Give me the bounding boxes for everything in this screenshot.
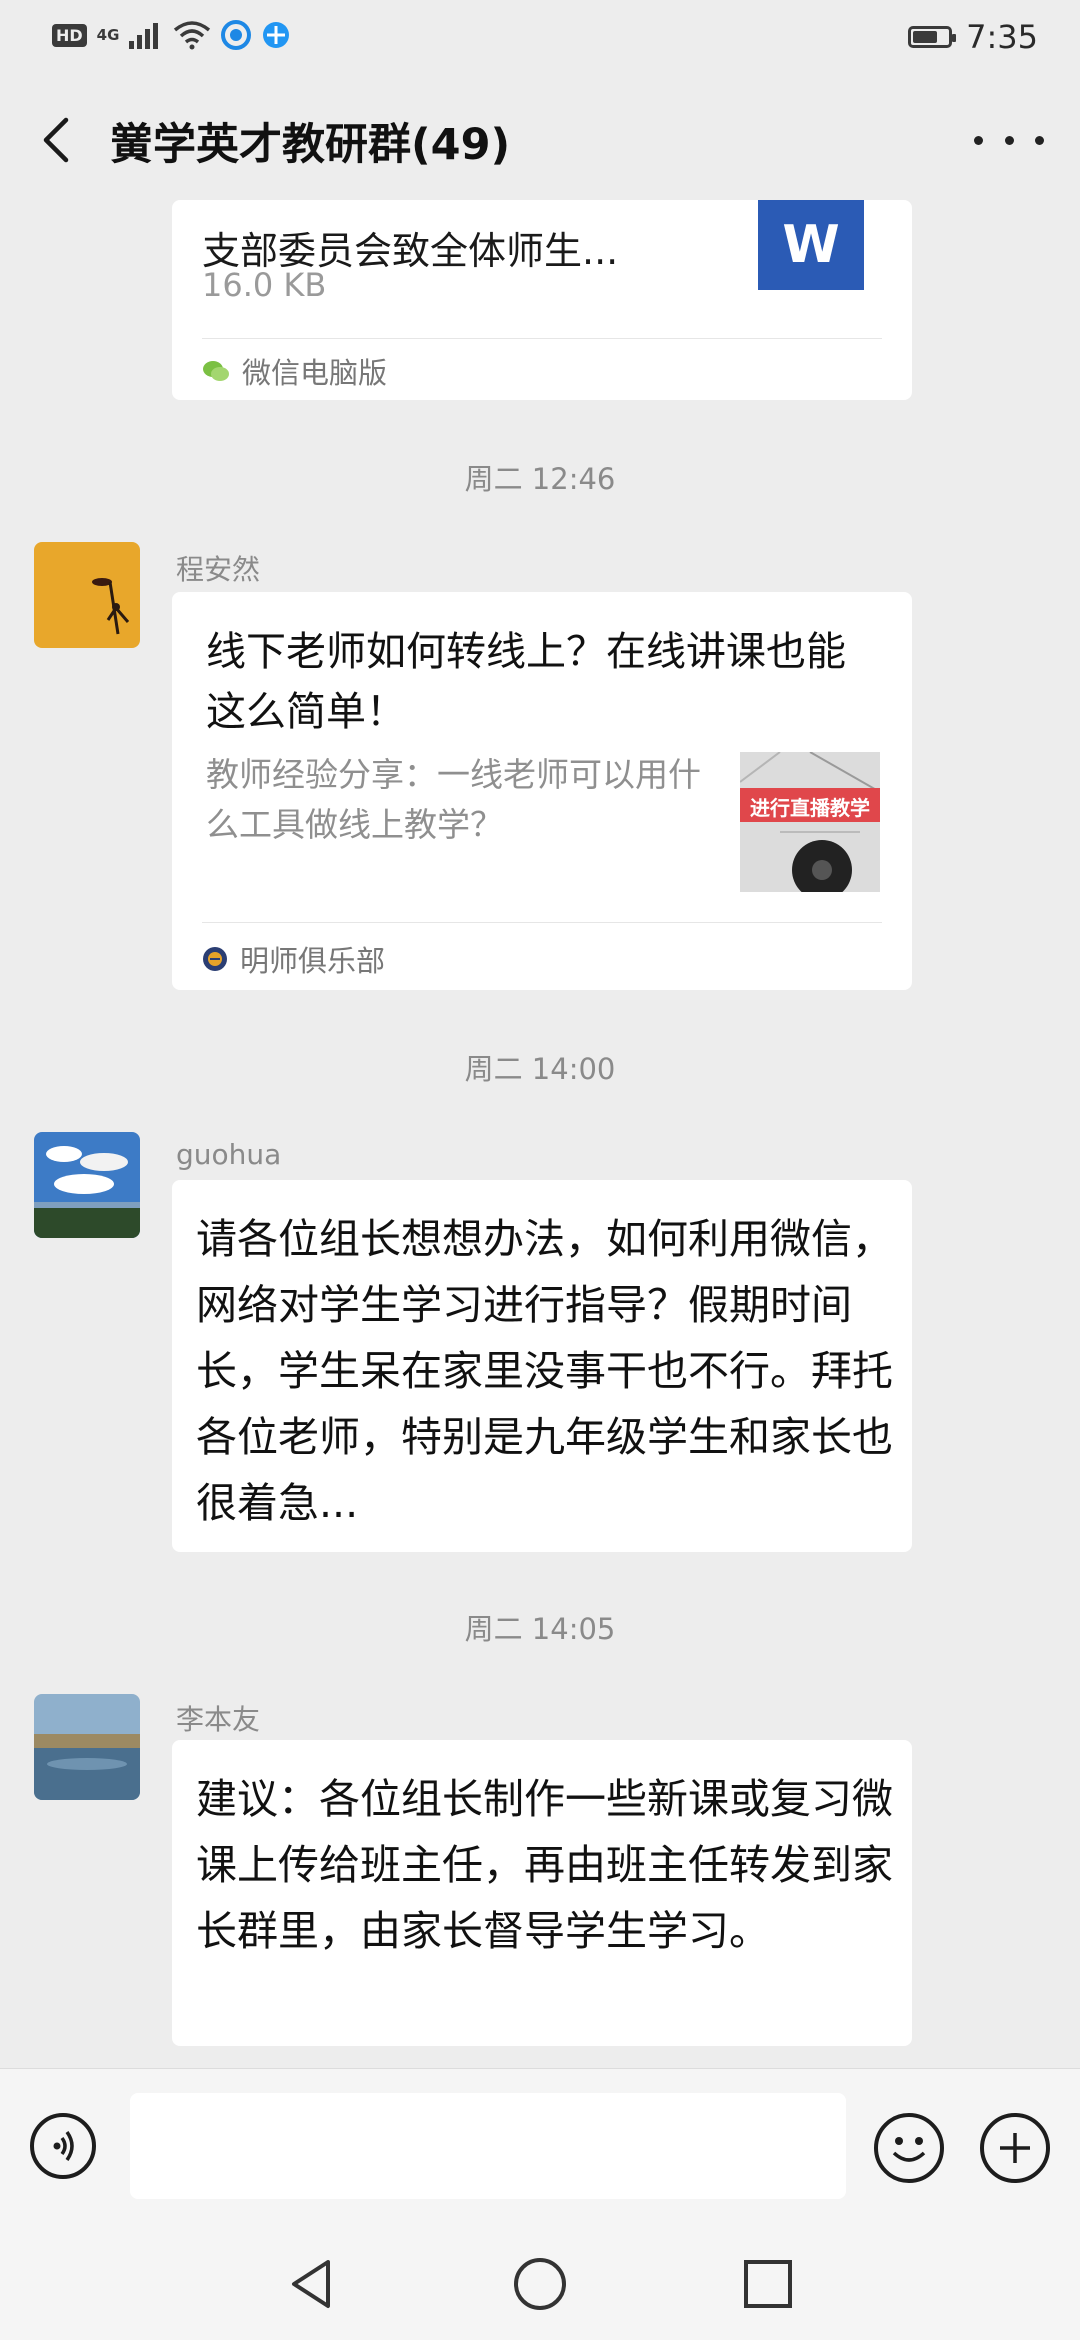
voice-button[interactable] (30, 2113, 96, 2179)
file-size: 16.0 KB (202, 266, 327, 304)
back-button[interactable] (30, 110, 90, 170)
link-source: 明师俱乐部 (202, 938, 385, 980)
emoji-icon (892, 2137, 926, 2162)
sender-name: 程安然 (176, 553, 261, 586)
avatar-image (34, 1694, 140, 1800)
more-dot (974, 135, 983, 145)
text-message[interactable]: 请各位组长想想办法，如何利用微信，网络对学生学习进行指导？假期时间长，学生呆在家… (172, 1180, 912, 1552)
browser-notification-icon (263, 22, 290, 48)
nav-recents-icon[interactable] (738, 2254, 798, 2314)
avatar-image (34, 542, 140, 648)
chat-title: 黉学英才教研群(49) (110, 120, 511, 170)
more-dot (1035, 135, 1044, 145)
sender-name: 李本友 (176, 1703, 261, 1736)
file-source: 微信电脑版 (202, 350, 387, 392)
chevron-left-icon (43, 117, 69, 163)
avatar-image (34, 1132, 140, 1238)
emoji-button[interactable] (874, 2113, 944, 2183)
title-bar: 黉学英才教研群(49) (0, 90, 1080, 190)
file-source-label: 微信电脑版 (242, 356, 388, 390)
more-dot (1004, 135, 1014, 145)
message-text: 建议：各位组长制作一些新课或复习微课上传给班主任，再由班主任转发到家长群里，由家… (196, 1775, 893, 1955)
system-nav-bar (0, 2228, 1080, 2340)
voice-icon (53, 2130, 74, 2162)
text-message[interactable]: 建议：各位组长制作一些新课或复习微课上传给班主任，再由班主任转发到家长群里，由家… (172, 1740, 912, 2046)
link-title: 线下老师如何转线上？在线讲课也能这么简单！ (206, 629, 846, 735)
app-notification-icon (221, 20, 252, 50)
thumbnail-text: 进行直播教学 (750, 796, 870, 820)
word-file-icon: W (758, 200, 864, 290)
network-type: 4G (96, 26, 120, 44)
sender-name: guohua (176, 1138, 282, 1171)
avatar[interactable] (34, 542, 140, 648)
message-text: 请各位组长想想办法，如何利用微信，网络对学生学习进行指导？假期时间长，学生呆在家… (196, 1215, 893, 1527)
timestamp: 周二 14:05 (464, 1612, 616, 1646)
divider (202, 338, 882, 339)
wifi-icon (174, 21, 211, 50)
add-button[interactable] (980, 2113, 1050, 2183)
file-message[interactable]: 支部委员会致全体师生... 16.0 KB W 微信电脑版 (172, 200, 912, 400)
input-bar (0, 2068, 1080, 2229)
plus-icon (1000, 2133, 1030, 2163)
nav-home-icon[interactable] (510, 2254, 570, 2314)
more-button[interactable] (974, 118, 1044, 162)
message-input[interactable] (130, 2093, 846, 2199)
nav-back-icon[interactable] (282, 2254, 342, 2314)
avatar[interactable] (34, 1694, 140, 1800)
wechat-icon (203, 361, 229, 381)
link-message[interactable]: 线下老师如何转线上？在线讲课也能这么简单！ 教师经验分享：一线老师可以用什么工具… (172, 592, 912, 990)
link-description: 教师经验分享：一线老师可以用什么工具做线上教学？ (206, 755, 701, 844)
hd-badge: HD (52, 23, 87, 47)
thumbnail-image (740, 752, 880, 892)
timestamp: 周二 14:00 (464, 1052, 616, 1086)
clock: 7:35 (966, 18, 1038, 56)
battery-icon (908, 26, 957, 48)
divider (202, 922, 882, 923)
signal-icon (129, 23, 159, 49)
source-logo-icon (203, 947, 227, 971)
timestamp: 周二 12:46 (464, 462, 616, 496)
link-thumbnail: 进行直播教学 (740, 752, 880, 892)
link-source-label: 明师俱乐部 (240, 944, 386, 978)
avatar[interactable] (34, 1132, 140, 1238)
status-bar: HD 4G 7:35 (0, 0, 1080, 72)
